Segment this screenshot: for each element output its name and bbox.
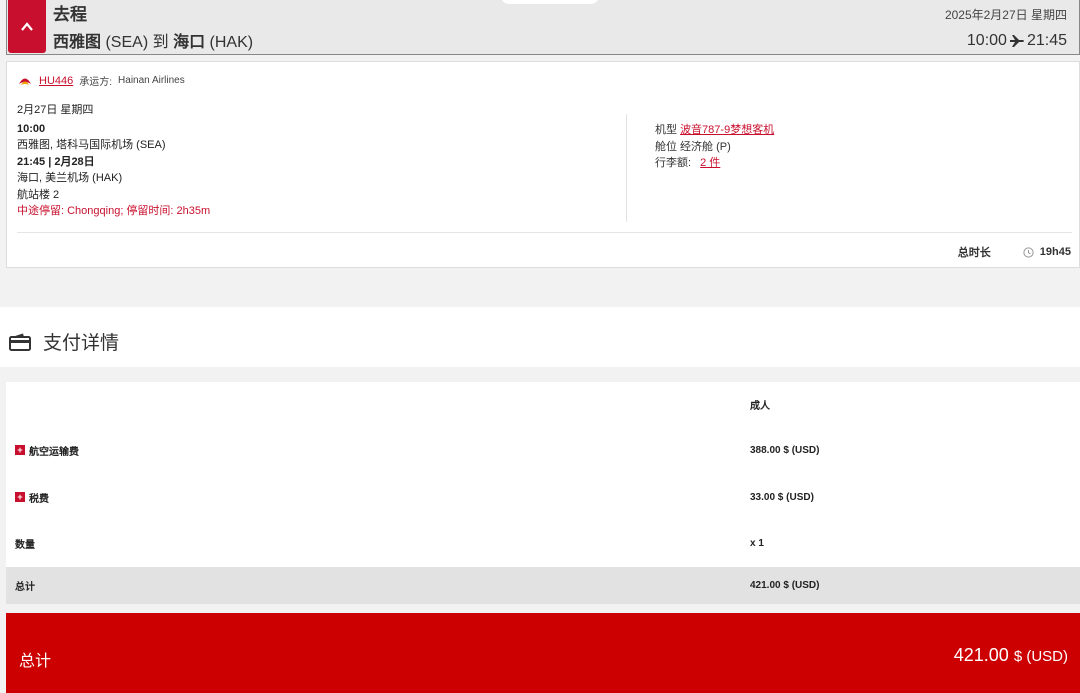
- airline-logo-icon: [19, 78, 31, 85]
- flight-number-link[interactable]: HU446: [39, 75, 73, 87]
- payment-title: 支付详情: [43, 333, 120, 354]
- aircraft-line: 机型 波音787-9梦想客机: [655, 122, 774, 139]
- cabin-class: 舱位 经济舱 (P): [655, 140, 731, 153]
- arrive-time: 21:45: [1026, 32, 1067, 49]
- origin-city: 西雅图: [53, 34, 102, 51]
- itinerary-details: 2月27日 星期四 10:00 西雅图, 塔科马国际机场 (SEA) 21:45…: [17, 102, 210, 220]
- trip-times: 10:00 21:45: [967, 32, 1067, 50]
- carrier-name: Hainan Airlines: [118, 75, 185, 86]
- flight-carrier-line: HU446 承运方: Hainan Airlines: [17, 73, 185, 88]
- trip-date: 2025年2月27日 星期四: [944, 8, 1067, 22]
- clock-icon: [1023, 246, 1034, 258]
- route-summary: 西雅图 (SEA) 到 海口 (HAK): [53, 28, 253, 52]
- segment-depart-time: 10:00: [17, 122, 46, 135]
- row-label: + 税费: [15, 490, 49, 505]
- aircraft-link[interactable]: 波音787-9梦想客机: [680, 124, 774, 136]
- airfare-label: 航空运输费: [29, 446, 79, 458]
- passenger-type: 成人: [750, 400, 770, 412]
- segment-arrive-time: 21:45 | 2月28日: [17, 155, 95, 168]
- table-row: + 税费 33.00 $ (USD): [6, 487, 1080, 507]
- payment-section-header: 支付详情: [0, 307, 1080, 367]
- depart-time: 10:00: [966, 32, 1007, 49]
- payment-table: 成人 + 航空运输费 388.00 $ (USD) + 税费 33.00 $ (…: [6, 382, 1080, 604]
- duration-value: 19h45: [1039, 246, 1071, 258]
- quantity-label: 数量: [15, 539, 35, 551]
- depart-airport: 西雅图, 塔科马国际机场 (SEA): [17, 139, 166, 151]
- flight-detail-card: HU446 承运方: Hainan Airlines 2月27日 星期四 10:…: [6, 61, 1080, 268]
- grand-total-currency: $ (USD): [1013, 648, 1068, 665]
- origin-code: (SEA): [105, 34, 149, 51]
- table-header-row: 成人: [6, 394, 1080, 414]
- grand-total-amount: 421.00: [953, 645, 1009, 665]
- row-label: + 航空运输费: [15, 443, 79, 458]
- trip-label: 去程: [53, 5, 87, 24]
- wallet-icon: [9, 333, 31, 351]
- baggage-label: 行李额:: [655, 157, 692, 169]
- aircraft-label: 机型: [655, 124, 677, 136]
- stopover-info: 中途停留: Chongqing; 停留时间: 2h35m: [17, 205, 211, 217]
- grand-total-value: 421.00 $ (USD): [954, 645, 1068, 666]
- flight-date: 2月27日 星期四: [17, 104, 94, 116]
- total-duration: 总时长 19h45: [958, 244, 1071, 260]
- grand-total-label: 总计: [19, 653, 52, 670]
- quantity-value: x 1: [750, 537, 764, 549]
- terminal: 航站楼 2: [17, 188, 60, 201]
- route-connector: 到: [152, 34, 169, 51]
- outbound-header: 去程 西雅图 (SEA) 到 海口 (HAK) 2025年2月27日 星期四 1…: [6, 0, 1080, 55]
- carrier-label: 承运方:: [79, 77, 113, 88]
- airfare-value: 388.00 $ (USD): [750, 444, 820, 456]
- baggage-link[interactable]: 2 件: [700, 157, 720, 169]
- dest-city: 海口: [173, 34, 206, 51]
- expand-plus-icon[interactable]: +: [15, 445, 25, 455]
- baggage-line: 行李额: 2 件: [655, 155, 774, 172]
- subtotal-row: 总计 421.00 $ (USD): [6, 567, 1080, 604]
- table-row: 数量 x 1: [6, 533, 1080, 553]
- header-notch: [501, 0, 599, 4]
- duration-label: 总时长: [957, 247, 991, 259]
- arrive-airport: 海口, 美兰机场 (HAK): [17, 172, 123, 184]
- subtotal-label: 总计: [15, 582, 35, 593]
- aircraft-details: 机型 波音787-9梦想客机 舱位 经济舱 (P) 行李额: 2 件: [655, 122, 774, 172]
- table-row: + 航空运输费 388.00 $ (USD): [6, 440, 1080, 460]
- plane-icon: [1009, 35, 1024, 47]
- column-divider: [626, 114, 627, 222]
- tax-label: 税费: [29, 493, 49, 505]
- collapse-button[interactable]: [8, 0, 46, 53]
- grand-total-bar: 总计 421.00 $ (USD): [6, 613, 1080, 693]
- expand-plus-icon[interactable]: +: [15, 492, 25, 502]
- tax-value: 33.00 $ (USD): [750, 491, 814, 503]
- chevron-up-icon: [21, 21, 33, 31]
- subtotal-value: 421.00 $ (USD): [750, 580, 820, 591]
- dest-code: (HAK): [209, 34, 254, 51]
- card-divider: [17, 232, 1072, 233]
